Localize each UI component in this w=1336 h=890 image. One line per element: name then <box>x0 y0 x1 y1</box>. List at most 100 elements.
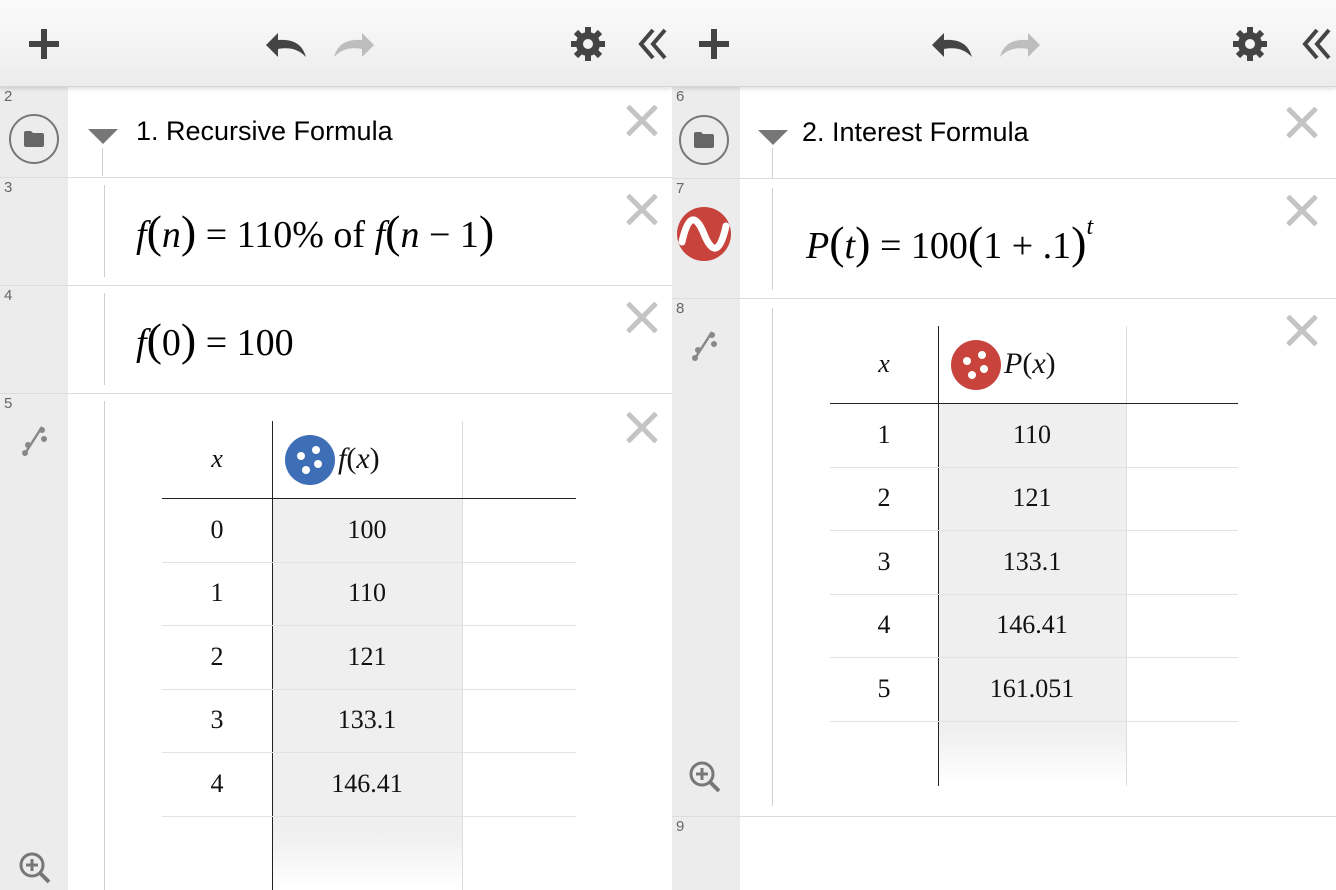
expression-row[interactable]: 3 f(n) = 110% of f(n − 1) <box>0 177 672 286</box>
expression-index: 8 <box>676 300 685 317</box>
table-row[interactable]: 4 146.41 <box>162 752 576 817</box>
table-cell-y[interactable]: 146.41 <box>938 610 1126 640</box>
table-expression[interactable]: 8 x P(x) 1 110 2 121 3 133.1 4 146.41 5 161.051 <box>672 298 1336 817</box>
table-cell-x[interactable]: 3 <box>162 705 272 735</box>
points-icon[interactable] <box>284 434 336 486</box>
folder-line <box>104 401 105 890</box>
empty-expression-row[interactable]: 9 <box>672 816 1336 890</box>
table-cell-x[interactable]: 1 <box>830 420 938 450</box>
data-table[interactable]: x P(x) 1 110 2 121 3 133.1 4 146.41 5 161.051 <box>830 326 1238 786</box>
data-table[interactable]: x f(x) 0 100 1 110 2 121 3 133.1 4 146.41 <box>162 421 576 890</box>
table-cell-x[interactable]: 4 <box>162 769 272 799</box>
folder-line <box>772 188 773 290</box>
redo-button[interactable] <box>330 22 378 66</box>
table-cell-x[interactable]: 5 <box>830 674 938 704</box>
table-cell-x[interactable]: 4 <box>830 610 938 640</box>
table-cell-y[interactable]: 121 <box>938 483 1126 513</box>
settings-button[interactable] <box>568 22 608 66</box>
collapse-icon <box>1302 28 1331 60</box>
table-cell-x[interactable]: 0 <box>162 515 272 545</box>
undo-button[interactable] <box>262 22 310 66</box>
table-cell-y[interactable]: 100 <box>272 515 462 545</box>
undo-icon <box>266 33 306 57</box>
table-cell-y[interactable]: 146.41 <box>272 769 462 799</box>
undo-button[interactable] <box>928 22 976 66</box>
expression-index: 2 <box>4 88 13 105</box>
math-expression[interactable]: f(0) = 100 <box>136 313 294 366</box>
table-cell-y[interactable]: 121 <box>272 642 462 672</box>
delete-button[interactable] <box>1284 312 1320 348</box>
add-expression-button[interactable] <box>692 22 736 66</box>
table-row[interactable]: 2 121 <box>830 467 1238 531</box>
table-header-y[interactable]: P(x) <box>1004 347 1056 381</box>
settings-button[interactable] <box>1230 22 1270 66</box>
folder-row[interactable]: 2 1. Recursive Formula <box>0 86 672 178</box>
table-cell-x[interactable]: 1 <box>162 578 272 608</box>
table-icon <box>692 331 717 361</box>
expression-panel-right: 6 2. Interest Formula 7 P(t) = 100(1 + .… <box>672 0 1336 890</box>
table-cell-y[interactable]: 133.1 <box>938 547 1126 577</box>
redo-icon <box>334 33 374 57</box>
delete-button[interactable] <box>624 409 660 445</box>
delete-button[interactable] <box>1284 104 1320 140</box>
table-row[interactable]: 4 146.41 <box>830 594 1238 658</box>
table-row-divider <box>830 720 1238 722</box>
delete-button[interactable] <box>624 102 660 138</box>
expression-row[interactable]: 7 P(t) = 100(1 + .1)t <box>672 178 1336 299</box>
redo-icon <box>1000 33 1040 57</box>
table-cell-x[interactable]: 2 <box>162 642 272 672</box>
wave-icon[interactable] <box>676 206 732 262</box>
folder-line <box>104 293 105 385</box>
folder-title[interactable]: 2. Interest Formula <box>802 117 1029 148</box>
table-header-y[interactable]: f(x) <box>338 442 380 476</box>
table-row-divider <box>162 815 576 817</box>
table-icon <box>22 426 47 456</box>
table-row[interactable]: 5 161.051 <box>830 657 1238 722</box>
delete-button[interactable] <box>624 299 660 335</box>
table-header-x[interactable]: x <box>162 444 272 474</box>
delete-button[interactable] <box>1284 192 1320 228</box>
folder-row[interactable]: 6 2. Interest Formula <box>672 86 1336 179</box>
add-icon <box>699 29 729 59</box>
delete-button[interactable] <box>624 191 660 227</box>
folder-line <box>772 308 773 806</box>
table-row[interactable]: 3 133.1 <box>830 530 1238 595</box>
points-icon[interactable] <box>950 339 1002 391</box>
math-expression[interactable]: P(t) = 100(1 + .1)t <box>806 214 1093 269</box>
folder-toggle[interactable] <box>679 115 729 165</box>
folder-icon <box>694 132 714 148</box>
table-row[interactable]: 1 110 <box>162 562 576 626</box>
table-cell-y[interactable]: 110 <box>272 578 462 608</box>
gear-icon <box>571 27 605 61</box>
zoom-in-icon[interactable] <box>18 851 52 885</box>
gear-icon <box>1233 27 1267 61</box>
folder-line <box>772 148 773 178</box>
table-expression[interactable]: 5 x f(x) 0 100 1 110 2 121 3 133.1 4 146.41 <box>0 393 672 890</box>
table-cell-y[interactable]: 133.1 <box>272 705 462 735</box>
math-expression[interactable]: f(n) = 110% of f(n − 1) <box>136 205 494 258</box>
expression-index: 6 <box>676 88 685 105</box>
zoom-in-icon[interactable] <box>688 760 722 794</box>
table-cell-x[interactable]: 3 <box>830 547 938 577</box>
folder-title[interactable]: 1. Recursive Formula <box>136 116 393 147</box>
collapse-list-button[interactable] <box>636 22 672 66</box>
collapse-icon <box>638 28 667 60</box>
expression-index: 5 <box>4 395 13 412</box>
expression-row[interactable]: 4 f(0) = 100 <box>0 285 672 394</box>
table-row[interactable]: 0 100 <box>162 498 576 563</box>
table-cell-x[interactable]: 2 <box>830 483 938 513</box>
collapse-folder-icon[interactable] <box>88 129 118 144</box>
table-row[interactable]: 2 121 <box>162 625 576 690</box>
table-cell-y[interactable]: 161.051 <box>938 674 1126 704</box>
table-row[interactable]: 3 133.1 <box>162 689 576 753</box>
redo-button[interactable] <box>996 22 1044 66</box>
table-row[interactable]: 1 110 <box>830 403 1238 468</box>
table-cell-y[interactable]: 110 <box>938 420 1126 450</box>
folder-line <box>102 148 103 176</box>
add-expression-button[interactable] <box>22 22 66 66</box>
table-header-x[interactable]: x <box>830 349 938 379</box>
collapse-list-button[interactable] <box>1300 22 1336 66</box>
folder-toggle[interactable] <box>9 114 59 164</box>
collapse-folder-icon[interactable] <box>758 130 788 145</box>
expression-index: 7 <box>676 180 685 197</box>
